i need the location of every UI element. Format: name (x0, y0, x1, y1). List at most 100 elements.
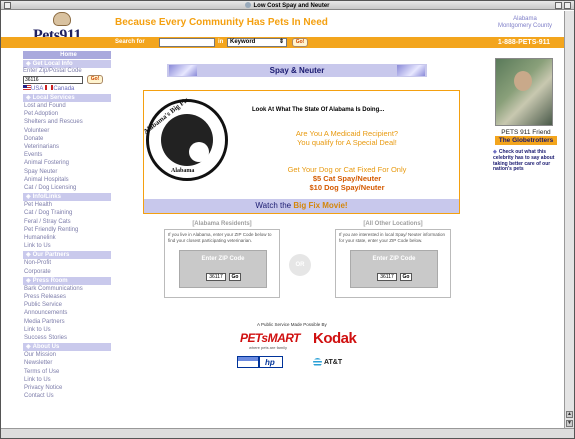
search-go-button[interactable]: Go! (292, 38, 308, 47)
sidebar-link[interactable]: Spay Neuter (23, 168, 111, 176)
sidebar-link[interactable]: Cat / Dog Licensing (23, 184, 111, 192)
alabama-go-button[interactable]: Go (229, 273, 241, 281)
collapse-box-icon[interactable] (564, 2, 571, 9)
press-list: Bark Communications Press Releases Public … (23, 285, 111, 342)
enter-zip-label: Enter ZIP Code (372, 256, 416, 262)
section-local-services: ◈ Local Services (23, 94, 111, 102)
scroll-up-icon[interactable]: ▲ (566, 411, 573, 418)
sidebar-link[interactable]: Newsletter (23, 359, 111, 367)
enter-zip-label: Enter ZIP Code (201, 256, 245, 262)
globetrotters-photo[interactable] (495, 58, 553, 126)
local-services-list: Lost and Found Pet Adoption Shelters and R… (23, 102, 111, 192)
sidebar-link[interactable]: Shelters and Rescues (23, 118, 111, 126)
region-label: Alabama Montgomery County (498, 16, 552, 30)
alabama-state-icon (189, 142, 209, 162)
dog-price: $10 Dog Spay/Neuter (309, 183, 385, 192)
kodak-logo[interactable]: Kodak (313, 330, 357, 347)
price-offer: Get Your Dog or Cat Fixed For Only $5 Ca… (240, 165, 454, 192)
region-state: Alabama (513, 16, 537, 22)
sidebar-link[interactable]: Pet Friendly Renting (23, 226, 111, 234)
sidebar-link[interactable]: Terms of Use (23, 368, 111, 376)
zip-go-button[interactable]: Go! (87, 75, 103, 84)
search-label: Search for (115, 39, 145, 45)
celebrity-promo[interactable]: ◈ Check out what this celebrity has to sa… (493, 149, 559, 173)
sidebar-link[interactable]: Cat / Dog Training (23, 209, 111, 217)
sidebar-link[interactable]: Link to Us (23, 376, 111, 384)
movie-bar: Watch the Big Fix Movie! (144, 199, 459, 213)
sidebar-link[interactable]: Non-Profit (23, 259, 111, 267)
status-bar (1, 428, 574, 438)
zip-input[interactable]: 36116 (23, 76, 83, 84)
sidebar-link[interactable]: Bark Communications (23, 285, 111, 293)
sidebar-link[interactable]: Animal Fostering (23, 159, 111, 167)
search-input[interactable] (159, 38, 215, 47)
arrow-icon: ◈ (26, 61, 31, 67)
sidebar-link[interactable]: Events (23, 151, 111, 159)
section-press-room: ◈ Press Room (23, 276, 111, 285)
panel-text: If you are interested in local Spay/ Neu… (339, 232, 446, 243)
sidebar-link[interactable]: Donate (23, 135, 111, 143)
sponsor-header: A Public Service Made Possible By (257, 322, 327, 327)
vertical-scrollbar[interactable]: ▲ ▼ (564, 11, 574, 430)
arrow-icon: ◈ (26, 194, 31, 201)
alabama-residents-panel: [Alabama Residents] If you live in Alaba… (164, 221, 280, 298)
section-partners: ◈ Our Partners (23, 251, 111, 260)
site-header: Pets911 Because Every Community Has Pets… (1, 11, 564, 44)
zip-lookup-box: Enter ZIP Code 36117 Go (179, 250, 267, 288)
globetrotters-caption[interactable]: The Globetrotters (495, 136, 557, 145)
other-locations-panel: [All Other Locations] If you are interes… (335, 221, 451, 298)
other-go-button[interactable]: Go (400, 273, 412, 281)
sidebar-link[interactable]: Link to Us (23, 326, 111, 334)
sidebar-link[interactable]: Announcements (23, 309, 111, 317)
sidebar-link[interactable]: Pet Health (23, 201, 111, 209)
sidebar-link[interactable]: Media Partners (23, 318, 111, 326)
sidebar-link[interactable]: Humanelink (23, 234, 111, 242)
sidebar-link[interactable]: Public Service (23, 301, 111, 309)
arrow-icon: ◈ (26, 277, 31, 284)
att-logo[interactable]: AT&T (324, 359, 342, 366)
window-title: Low Cost Spay and Neuter (1, 2, 574, 9)
sidebar-link[interactable]: Corporate (23, 268, 111, 276)
sidebar-link[interactable]: Volunteer (23, 127, 111, 135)
alabama-zip-input[interactable]: 36117 (206, 273, 226, 281)
scroll-down-icon[interactable]: ▼ (566, 420, 573, 427)
zoom-box-icon[interactable] (555, 2, 562, 9)
section-about-us: ◈ About Us (23, 343, 111, 352)
look-headline: Look At What The State Of Alabama Is Doi… (252, 107, 385, 113)
sidebar-link[interactable]: Contact Us (23, 392, 111, 400)
sidebar-link[interactable]: Lost and Found (23, 102, 111, 110)
medicaid-deal: You qualify for A Special Deal! (297, 138, 397, 147)
petsmart-logo[interactable]: PETsMART (240, 331, 301, 345)
sidebar-link[interactable]: Veterinarians (23, 143, 111, 151)
seal-bottom-text: Alabama (171, 168, 195, 174)
sidebar-link[interactable]: Link to Us (23, 242, 111, 250)
us-flag-icon[interactable] (23, 85, 31, 90)
sidebar-link[interactable]: Privacy Notice (23, 384, 111, 392)
panel-title: [Alabama Residents] (192, 221, 252, 227)
sidebar: Home ◈ Get Local Info Enter Zip/Postal Co… (23, 50, 111, 430)
country-usa-link[interactable]: USA (31, 86, 43, 92)
friend-caption: PETS 911 Friend (501, 129, 551, 136)
sidebar-link[interactable]: Animal Hospitals (23, 176, 111, 184)
panel-title: [All Other Locations] (363, 221, 423, 227)
hp-logo[interactable]: hp (259, 356, 283, 368)
country-canada-link[interactable]: Canada (53, 86, 74, 92)
page-icon (245, 2, 252, 8)
sidebar-link[interactable]: Pet Adoption (23, 110, 111, 118)
sidebar-link[interactable]: Press Releases (23, 293, 111, 301)
sidebar-home[interactable]: Home (23, 51, 111, 59)
right-column: PETS 911 Friend The Globetrotters ◈ Check… (489, 50, 563, 250)
site-tagline: Because Every Community Has Pets In Need (115, 17, 328, 28)
sidebar-link[interactable]: Our Mission (23, 351, 111, 359)
other-zip-input[interactable]: 36117 (377, 273, 397, 281)
arrow-icon: ◈ (26, 252, 31, 259)
sidebar-link[interactable]: Feral / Stray Cats (23, 218, 111, 226)
big-fix-movie-link[interactable]: Big Fix Movie! (293, 201, 347, 210)
hp-invent-logo[interactable] (237, 356, 259, 368)
search-scope-select[interactable]: Keyword ⇕ (227, 38, 287, 47)
big-fix-seal-logo[interactable]: Alabama's Big Fix Alabama (142, 96, 228, 181)
chevron-down-icon: ⇕ (278, 39, 284, 45)
sidebar-link[interactable]: Success Stories (23, 334, 111, 342)
pet-graphic-icon (397, 65, 425, 76)
dog-icon (53, 12, 71, 26)
